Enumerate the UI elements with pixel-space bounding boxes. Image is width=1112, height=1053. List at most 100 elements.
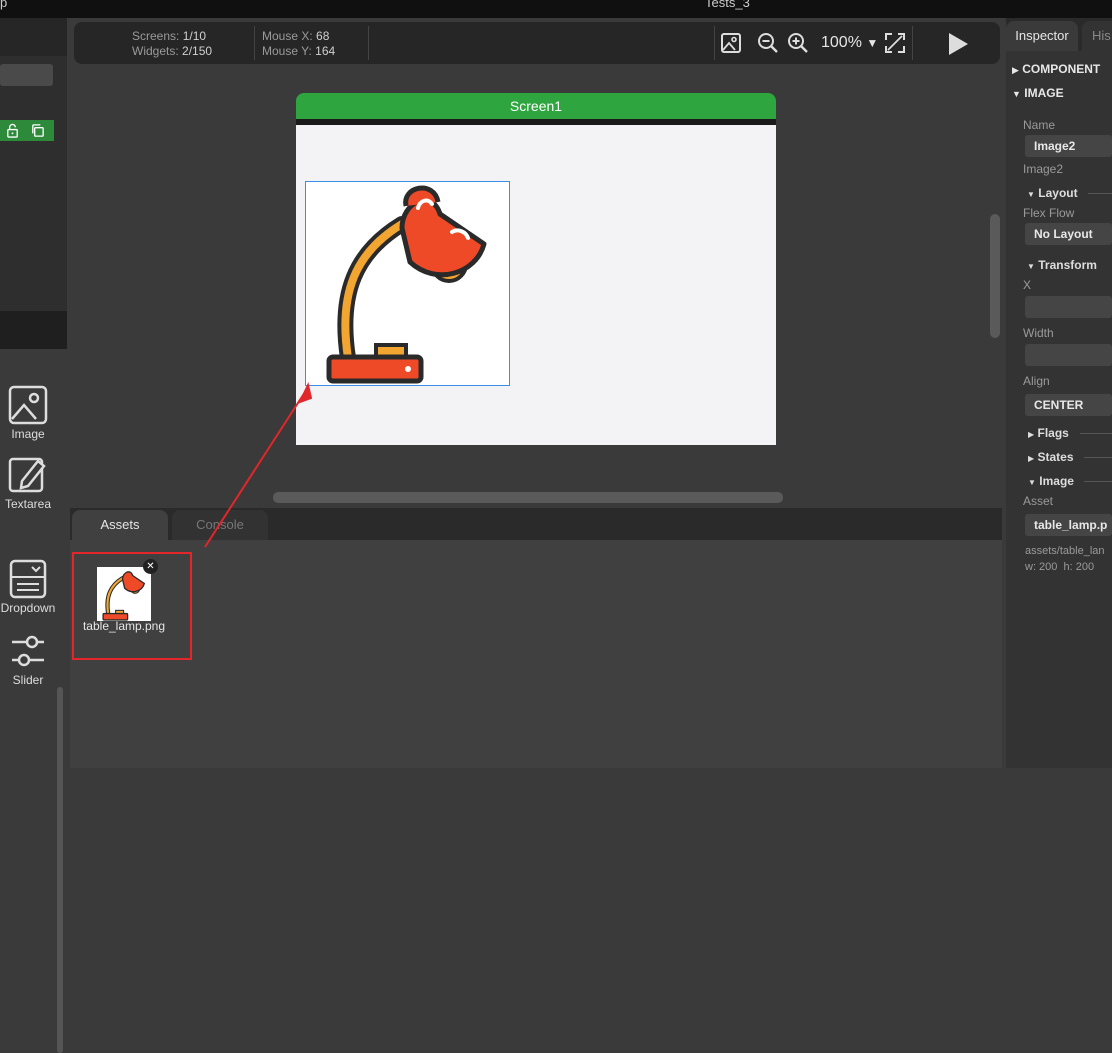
subsection-label: Transform	[1038, 258, 1097, 272]
mouse-x-value: 68	[316, 29, 330, 43]
panel-separator	[0, 311, 67, 349]
subsection-layout[interactable]: ▼ Layout	[1027, 186, 1078, 200]
width-label: Width	[1023, 326, 1054, 340]
tab-label: Assets	[100, 517, 140, 532]
canvas-horizontal-scrollbar[interactable]	[273, 492, 783, 503]
widget-label: Image	[11, 427, 45, 441]
left-panel: Image Textarea Dropdown Slider	[0, 18, 67, 1053]
widget-label: Slider	[12, 673, 44, 687]
widget-image[interactable]: Image	[0, 385, 56, 441]
toolbar-divider	[714, 26, 715, 60]
widgets-label: Widgets:	[132, 44, 179, 58]
table-lamp-thumbnail	[102, 571, 146, 621]
screen-name-field[interactable]	[0, 64, 53, 86]
caret-down-icon: ▼	[1028, 478, 1036, 487]
section-label: IMAGE	[1024, 86, 1064, 100]
image-widget-selected[interactable]	[305, 181, 510, 386]
tab-console[interactable]: Console	[172, 510, 268, 540]
asset-path: assets/table_lan	[1025, 545, 1105, 557]
subsection-states[interactable]: ▶ States	[1028, 450, 1074, 464]
divider	[1084, 481, 1112, 482]
widget-id-text: Image2	[1023, 162, 1064, 176]
section-component[interactable]: ▶ COMPONENT	[1012, 62, 1100, 76]
screen-list-item-active[interactable]	[0, 120, 54, 141]
duplicate-icon[interactable]	[30, 123, 45, 138]
assets-panel	[70, 540, 1002, 768]
name-label: Name	[1023, 118, 1056, 132]
mouse-y-label: Mouse Y:	[262, 44, 312, 58]
widget-label: Textarea	[4, 497, 52, 511]
asset-label: Asset	[1023, 494, 1054, 508]
screens-stat: Screens: 1/10 Widgets: 2/150	[132, 29, 212, 59]
play-icon[interactable]	[946, 31, 970, 57]
zoom-select[interactable]: 100% ▼	[821, 34, 878, 52]
widget-dropdown[interactable]: Dropdown	[0, 559, 56, 615]
caret-down-icon: ▼	[1027, 262, 1035, 271]
close-icon[interactable]: ✕	[143, 559, 158, 574]
divider	[1088, 193, 1112, 194]
asset-select[interactable]: table_lamp.p	[1025, 514, 1112, 536]
asset-thumbnail[interactable]	[97, 567, 151, 621]
slider-icon	[12, 635, 44, 667]
section-label: COMPONENT	[1022, 62, 1101, 76]
divider	[1084, 457, 1112, 458]
mouse-y-value: 164	[315, 44, 336, 58]
flex-flow-select[interactable]: No Layout	[1025, 223, 1112, 245]
toolbar-divider	[254, 26, 255, 60]
toolbar-divider	[368, 26, 369, 60]
caret-down-icon: ▼	[1027, 190, 1035, 199]
tab-inspector[interactable]: Inspector	[1006, 21, 1078, 51]
left-panel-header	[0, 18, 67, 56]
subsection-label: Flags	[1037, 426, 1069, 440]
fullscreen-icon[interactable]	[884, 32, 906, 54]
zoom-in-icon[interactable]	[787, 32, 809, 54]
screen-title: Screen1	[509, 98, 563, 114]
section-image[interactable]: ▼ IMAGE	[1012, 86, 1064, 100]
window-titlebar: p Tests_3	[0, 0, 1112, 18]
subsection-label: Layout	[1038, 186, 1078, 200]
subsection-label: States	[1037, 450, 1074, 464]
image-icon	[8, 385, 48, 425]
editor-toolbar: Screens: 1/10 Widgets: 2/150 Mouse X: 68…	[74, 22, 1000, 64]
screen-title-bar[interactable]: Screen1	[296, 93, 776, 119]
widget-textarea[interactable]: Textarea	[0, 455, 56, 511]
asset-filename: table_lamp.png	[82, 619, 166, 633]
canvas-vertical-scrollbar[interactable]	[990, 214, 1000, 338]
flex-flow-label: Flex Flow	[1023, 206, 1075, 220]
align-label: Align	[1023, 374, 1050, 388]
toolbar-divider	[912, 26, 913, 60]
screens-label: Screens:	[132, 29, 180, 43]
widget-label: Dropdown	[0, 601, 56, 615]
tab-label: Inspector	[1015, 28, 1069, 43]
image-icon[interactable]	[720, 32, 742, 54]
widget-slider[interactable]: Slider	[0, 631, 56, 687]
asset-dimensions: w: 200 h: 200	[1025, 561, 1095, 573]
unlock-icon[interactable]	[5, 123, 20, 138]
caret-right-icon: ▶	[1028, 430, 1035, 439]
table-lamp-image	[326, 185, 487, 384]
zoom-value: 100%	[821, 34, 862, 51]
name-field[interactable]: Image2	[1025, 135, 1112, 157]
x-label: X	[1023, 278, 1032, 292]
caret-down-icon: ▼	[1012, 89, 1021, 99]
subsection-image[interactable]: ▼ Image	[1028, 474, 1074, 488]
mouse-x-label: Mouse X:	[262, 29, 313, 43]
tab-label: His	[1092, 28, 1111, 43]
window-title: Tests_3	[705, 0, 750, 10]
subsection-flags[interactable]: ▶ Flags	[1028, 426, 1069, 440]
divider	[1080, 433, 1112, 434]
subsection-transform[interactable]: ▼ Transform	[1027, 258, 1097, 272]
align-select[interactable]: CENTER	[1025, 394, 1112, 416]
width-field[interactable]	[1025, 344, 1112, 366]
window-title-fragment: p	[0, 0, 8, 10]
x-field[interactable]	[1025, 296, 1112, 318]
widgets-scrollbar[interactable]	[57, 687, 63, 1053]
zoom-out-icon[interactable]	[757, 32, 779, 54]
chevron-down-icon: ▼	[866, 36, 879, 50]
edit-icon	[8, 457, 46, 493]
caret-right-icon: ▶	[1028, 454, 1035, 463]
tab-assets[interactable]: Assets	[72, 510, 168, 540]
tab-history[interactable]: His	[1082, 21, 1112, 51]
widgets-value: 2/150	[182, 44, 213, 58]
tab-label: Console	[196, 517, 244, 532]
